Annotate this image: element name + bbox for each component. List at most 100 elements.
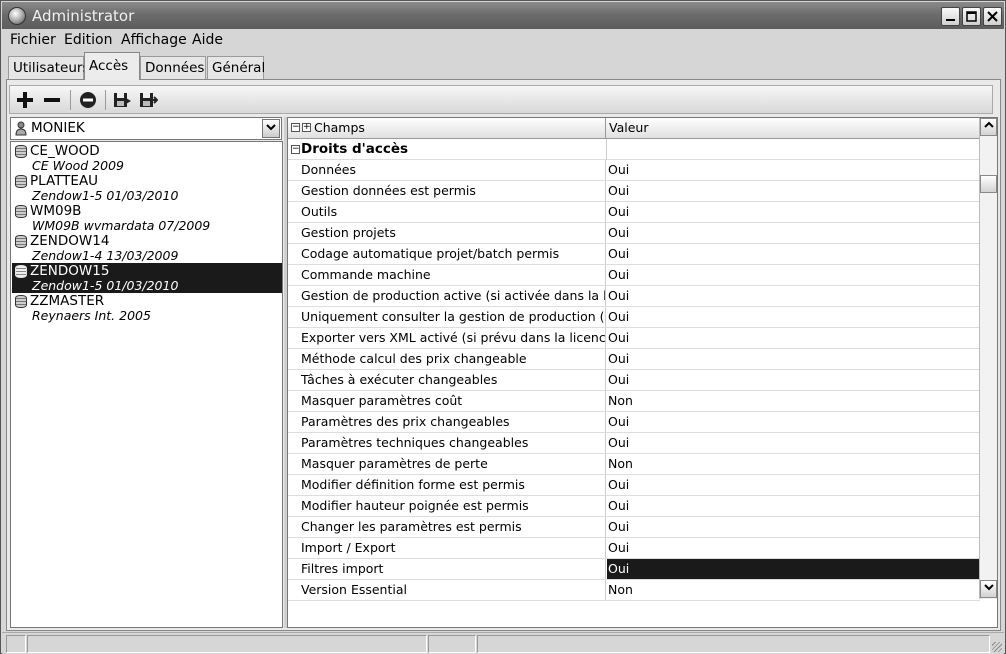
property-value[interactable]: Non bbox=[607, 454, 979, 474]
property-value[interactable]: Oui bbox=[607, 412, 979, 432]
status-panel bbox=[477, 635, 990, 653]
database-icon bbox=[15, 205, 27, 218]
property-value[interactable]: Oui bbox=[607, 307, 979, 327]
column-header-valeur[interactable]: Valeur bbox=[607, 118, 979, 139]
property-row[interactable]: Uniquement consulter la gestion de produ… bbox=[288, 307, 980, 328]
property-value[interactable]: Oui bbox=[607, 202, 979, 222]
menu-fichier[interactable]: Fichier bbox=[10, 32, 56, 48]
tab-general[interactable]: Général bbox=[207, 56, 265, 79]
database-item[interactable]: ZZMASTER Reynaers Int. 2005 bbox=[12, 293, 282, 323]
user-select[interactable]: MONIEK bbox=[10, 117, 282, 140]
menu-affichage[interactable]: Affichage bbox=[121, 32, 187, 48]
maximize-icon bbox=[966, 11, 977, 22]
property-row[interactable]: Filtres import Oui bbox=[288, 559, 980, 580]
database-name: ZZMASTER bbox=[30, 293, 105, 309]
status-panel bbox=[6, 635, 26, 653]
property-value[interactable]: Oui bbox=[607, 244, 979, 264]
minimize-button[interactable] bbox=[941, 7, 960, 26]
property-row[interactable]: Changer les paramètres est permis Oui bbox=[288, 517, 980, 538]
chevron-down-icon bbox=[266, 124, 276, 131]
property-row[interactable]: Masquer paramètres coût Non bbox=[288, 391, 980, 412]
toolbar bbox=[9, 85, 993, 114]
property-value[interactable]: Oui bbox=[607, 160, 979, 180]
property-row[interactable]: Outils Oui bbox=[288, 202, 980, 223]
database-item[interactable]: WM09B WM09B wvmardata 07/2009 bbox=[12, 203, 282, 233]
property-name: Modifier définition forme est permis bbox=[288, 475, 606, 495]
property-row[interactable]: Paramètres des prix changeables Oui bbox=[288, 412, 980, 433]
resize-grip-icon[interactable] bbox=[992, 642, 1002, 652]
property-row[interactable]: Modifier hauteur poignée est permis Oui bbox=[288, 496, 980, 517]
property-row[interactable]: Gestion données est permis Oui bbox=[288, 181, 980, 202]
database-description: Zendow1-5 01/03/2010 bbox=[32, 188, 179, 203]
scroll-down-button[interactable] bbox=[980, 580, 997, 598]
close-button[interactable] bbox=[983, 7, 1002, 26]
property-row[interactable]: Version Essential Non bbox=[288, 580, 980, 601]
property-value[interactable]: Oui bbox=[607, 370, 979, 390]
property-value[interactable]: Oui bbox=[607, 286, 979, 306]
property-row[interactable]: Tâches à exécuter changeables Oui bbox=[288, 370, 980, 391]
title-bar[interactable]: Administrator bbox=[2, 2, 1004, 29]
dropdown-button[interactable] bbox=[262, 119, 280, 138]
property-row[interactable]: Données Oui bbox=[288, 160, 980, 181]
toolbar-separator bbox=[70, 90, 71, 110]
property-value[interactable]: Oui bbox=[607, 433, 979, 453]
property-value[interactable]: Non bbox=[607, 391, 979, 411]
scroll-thumb[interactable] bbox=[980, 175, 997, 193]
property-value[interactable]: Oui bbox=[607, 517, 979, 537]
tab-utilisateurs[interactable]: Utilisateurs bbox=[8, 56, 89, 79]
remove-button[interactable] bbox=[42, 90, 62, 110]
property-row[interactable]: Masquer paramètres de perte Non bbox=[288, 454, 980, 475]
property-value[interactable]: Oui bbox=[607, 223, 979, 243]
delete-button[interactable] bbox=[78, 90, 98, 110]
tab-donnees[interactable]: Données bbox=[140, 56, 206, 79]
menu-edition[interactable]: Edition bbox=[64, 32, 112, 48]
database-item[interactable]: ZENDOW14 Zendow1-4 13/03/2009 bbox=[12, 233, 282, 263]
add-button[interactable] bbox=[15, 90, 35, 110]
vertical-scrollbar[interactable] bbox=[979, 118, 997, 599]
property-value[interactable]: Oui bbox=[607, 475, 979, 495]
property-row[interactable]: Import / Export Oui bbox=[288, 538, 980, 559]
property-name: Données bbox=[288, 160, 606, 180]
menu-aide[interactable]: Aide bbox=[192, 32, 223, 48]
collapse-all-icon[interactable]: − bbox=[291, 123, 300, 132]
expand-all-icon[interactable]: + bbox=[302, 123, 311, 132]
database-name: ZENDOW14 bbox=[30, 233, 110, 249]
property-value[interactable]: Oui bbox=[607, 328, 979, 348]
save-button[interactable] bbox=[112, 90, 132, 110]
database-item[interactable]: CE_WOOD CE Wood 2009 bbox=[12, 143, 282, 173]
property-row[interactable]: Codage automatique projet/batch permis Ou… bbox=[288, 244, 980, 265]
property-value[interactable]: Oui bbox=[607, 265, 979, 285]
scroll-up-button[interactable] bbox=[980, 118, 997, 136]
maximize-button[interactable] bbox=[962, 7, 981, 26]
tab-acces[interactable]: Accès bbox=[84, 52, 140, 80]
save-as-button[interactable] bbox=[138, 90, 159, 110]
property-row[interactable]: Commande machine Oui bbox=[288, 265, 980, 286]
property-row[interactable]: Gestion de production active (si activée… bbox=[288, 286, 980, 307]
property-name: Tâches à exécuter changeables bbox=[288, 370, 606, 390]
window-title: Administrator bbox=[32, 7, 135, 25]
property-row[interactable]: Paramètres techniques changeables Oui bbox=[288, 433, 980, 454]
save-icon bbox=[114, 93, 131, 107]
property-row[interactable]: Exporter vers XML activé (si prévu dans … bbox=[288, 328, 980, 349]
property-row[interactable]: Modifier définition forme est permis Oui bbox=[288, 475, 980, 496]
property-value[interactable]: Oui bbox=[607, 538, 979, 558]
column-header-champs-label: Champs bbox=[314, 120, 365, 135]
column-header-champs[interactable]: − + Champs bbox=[288, 118, 606, 139]
status-panel bbox=[428, 635, 476, 653]
database-name: WM09B bbox=[30, 203, 82, 219]
collapse-icon[interactable]: − bbox=[291, 145, 300, 154]
property-value[interactable]: Oui bbox=[607, 559, 979, 579]
property-value[interactable]: Oui bbox=[607, 181, 979, 201]
save-as-icon bbox=[140, 93, 159, 107]
property-value[interactable]: Non bbox=[607, 580, 979, 600]
database-item[interactable]: PLATTEAU Zendow1-5 01/03/2010 bbox=[12, 173, 282, 203]
property-value[interactable]: Oui bbox=[607, 496, 979, 516]
property-row[interactable]: Gestion projets Oui bbox=[288, 223, 980, 244]
database-list[interactable]: CE_WOOD CE Wood 2009 PLATTEAU Zendow1-5 01/… bbox=[10, 141, 283, 628]
property-value[interactable]: Oui bbox=[607, 349, 979, 369]
category-row[interactable]: − Droits d'accès bbox=[288, 139, 980, 160]
property-row[interactable]: Méthode calcul des prix changeable Oui bbox=[288, 349, 980, 370]
property-name: Codage automatique projet/batch permis bbox=[288, 244, 606, 264]
property-name: Import / Export bbox=[288, 538, 606, 558]
database-item[interactable]: ZENDOW15 Zendow1-5 01/03/2010 bbox=[12, 263, 282, 293]
